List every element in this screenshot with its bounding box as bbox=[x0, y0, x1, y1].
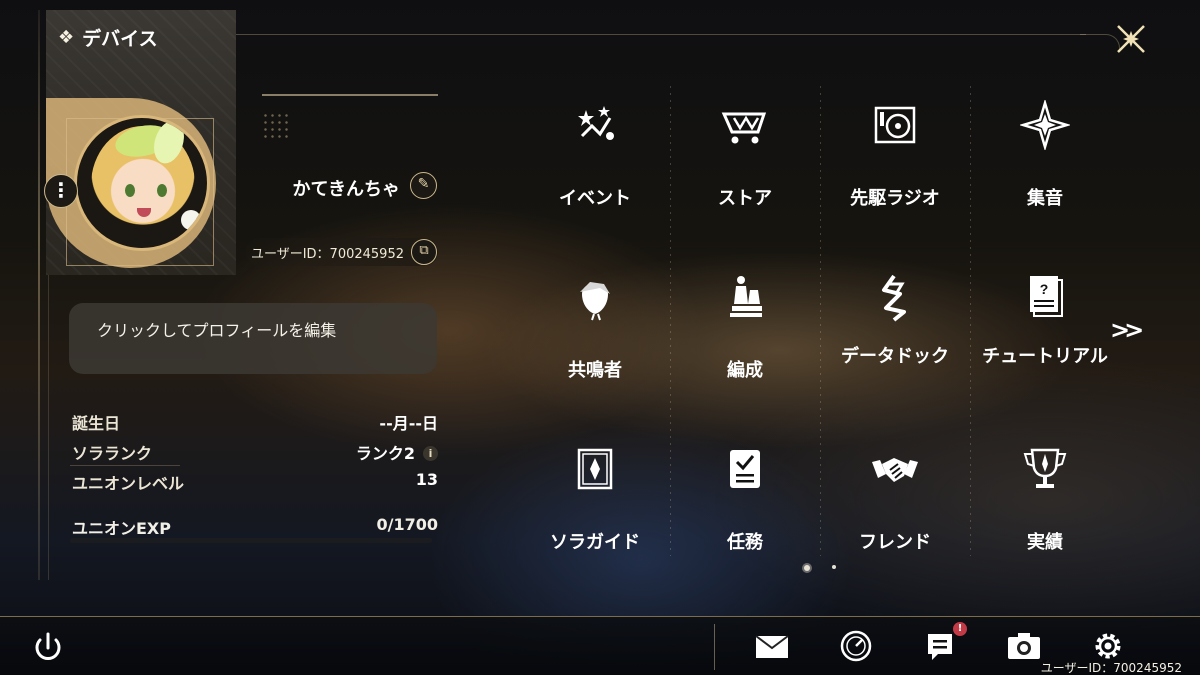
menu-item-sola-guide[interactable]: ソラガイド bbox=[520, 430, 670, 595]
user-id: ユーザーID：700245952 bbox=[250, 247, 404, 262]
menu-item-label: データドック bbox=[841, 346, 949, 367]
menu-item-sound-collect[interactable]: 集音 bbox=[970, 86, 1120, 251]
stat-value: ランク2 bbox=[355, 444, 415, 463]
notice-icon[interactable] bbox=[922, 628, 958, 664]
notice-badge: ! bbox=[953, 622, 967, 636]
event-icon bbox=[578, 106, 614, 140]
clock-icon[interactable] bbox=[838, 628, 874, 664]
mission-clipboard-icon bbox=[730, 450, 760, 488]
exp-progress-bar bbox=[70, 538, 432, 543]
stat-label: 誕生日 bbox=[72, 414, 121, 433]
chess-piece-icon bbox=[730, 276, 762, 317]
stat-value: 13 bbox=[415, 470, 438, 489]
menu-item-label: 先駆ラジオ bbox=[850, 188, 940, 209]
menu-item-label: ストア bbox=[718, 188, 772, 209]
page-indicator-dot-2[interactable] bbox=[832, 565, 836, 569]
menu-item-missions[interactable]: 任務 bbox=[670, 430, 820, 595]
menu-item-data-dock[interactable]: データドック bbox=[820, 258, 970, 423]
camera-icon[interactable] bbox=[1006, 628, 1042, 664]
avatar-eye-left bbox=[125, 184, 135, 197]
menu-item-tutorial[interactable]: ? チュートリアル bbox=[970, 258, 1120, 423]
pencil-icon: ✎ bbox=[417, 176, 430, 192]
guide-book-icon bbox=[577, 448, 613, 490]
menu-item-friends[interactable]: フレンド bbox=[820, 430, 970, 595]
mail-icon[interactable] bbox=[754, 628, 790, 664]
exp-label: ユニオンEXP bbox=[72, 519, 171, 538]
menu-item-label: 共鳴者 bbox=[568, 360, 622, 381]
radio-icon bbox=[874, 106, 916, 144]
avatar-eye-right bbox=[157, 184, 167, 197]
menu-item-resonators[interactable]: 共鳴者 bbox=[520, 258, 670, 423]
bio-placeholder: クリックしてプロフィールを編集 bbox=[97, 321, 337, 340]
avatar[interactable] bbox=[74, 115, 210, 251]
menu-item-label: フレンド bbox=[859, 532, 931, 553]
next-page-button[interactable]: >> bbox=[1110, 316, 1144, 344]
power-icon[interactable] bbox=[30, 630, 66, 666]
menu-item-event[interactable]: イベント bbox=[520, 86, 670, 251]
footer-user-id: ユーザーID：700245952 bbox=[1040, 661, 1182, 675]
stat-value: --月--日 bbox=[379, 414, 438, 433]
stat-value-wrap: ランク2 i bbox=[356, 440, 438, 464]
svg-text:?: ? bbox=[1040, 281, 1049, 297]
store-cart-icon bbox=[721, 112, 767, 144]
copy-user-id-button[interactable]: ⧉ bbox=[411, 239, 437, 265]
left-rail-decoration bbox=[38, 10, 40, 580]
stat-row-union-level: ユニオンレベル 13 bbox=[70, 468, 438, 498]
close-icon[interactable] bbox=[1114, 22, 1148, 56]
menu-item-achievements[interactable]: 実績 bbox=[970, 430, 1120, 595]
stat-label: ユニオンレベル bbox=[72, 474, 185, 493]
name-divider bbox=[262, 94, 438, 96]
stat-row-birthday: 誕生日 --月--日 bbox=[70, 408, 438, 438]
menu-item-label: 編成 bbox=[727, 360, 763, 381]
handshake-icon bbox=[872, 458, 918, 482]
menu-item-label: ソラガイド bbox=[550, 532, 640, 553]
more-options-button[interactable]: ⋮ bbox=[44, 174, 78, 208]
stat-label: ソラランク bbox=[72, 444, 153, 463]
stat-underline bbox=[70, 465, 180, 466]
tutorial-book-icon: ? bbox=[1030, 276, 1063, 317]
menu-item-label: イベント bbox=[559, 188, 631, 209]
menu-item-store[interactable]: ストア bbox=[670, 86, 820, 251]
bottom-bar-separator bbox=[714, 624, 715, 670]
menu-item-label: チュートリアル bbox=[982, 346, 1108, 367]
avatar-flower bbox=[181, 210, 201, 230]
dot-pattern-decoration bbox=[262, 112, 290, 140]
menu-item-label: 集音 bbox=[1027, 188, 1063, 209]
exp-value: 0/1700 bbox=[376, 515, 438, 534]
resonator-head-icon bbox=[580, 282, 610, 321]
trophy-icon bbox=[1023, 448, 1067, 488]
stats-list: 誕生日 --月--日 ソラランク ランク2 i ユニオンレベル 13 bbox=[70, 408, 438, 498]
menu-item-label: 任務 bbox=[727, 532, 763, 553]
copy-icon: ⧉ bbox=[419, 243, 429, 258]
diamond-grid-icon: ❖ bbox=[58, 27, 75, 48]
edit-name-button[interactable]: ✎ bbox=[410, 172, 437, 199]
info-icon[interactable]: i bbox=[423, 446, 438, 461]
menu-item-label: 実績 bbox=[1027, 532, 1063, 553]
data-dock-icon bbox=[882, 274, 906, 322]
page-indicator-dot-1[interactable] bbox=[804, 565, 810, 571]
menu-item-radio[interactable]: 先駆ラジオ bbox=[820, 86, 970, 251]
page-title: ❖ デバイス bbox=[58, 24, 158, 51]
username: かてきんちゃ bbox=[292, 179, 400, 200]
compass-star-icon bbox=[1020, 100, 1070, 150]
top-frame-line bbox=[236, 34, 1086, 35]
double-chevron-right-icon: >> bbox=[1110, 316, 1144, 344]
stat-row-sola-rank: ソラランク ランク2 i bbox=[70, 438, 438, 468]
menu-item-formation[interactable]: 編成 bbox=[670, 258, 820, 423]
page-title-text: デバイス bbox=[82, 28, 158, 50]
